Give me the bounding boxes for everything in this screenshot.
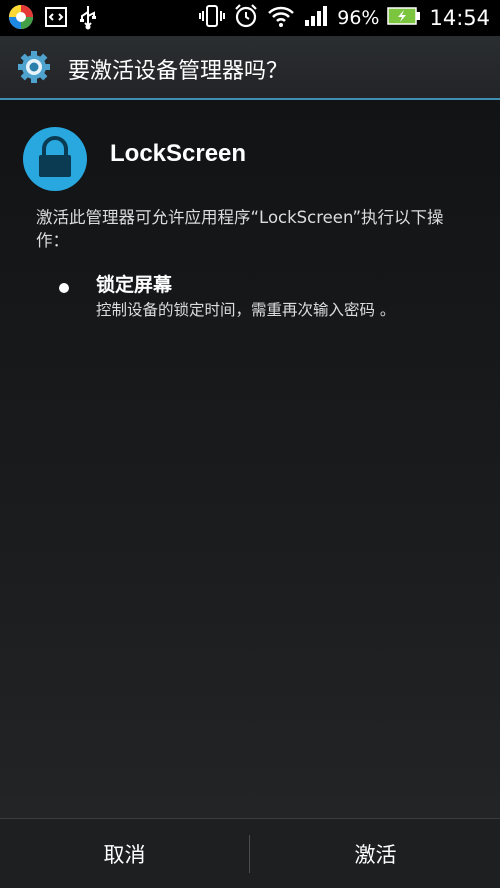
status-bar-left (8, 4, 98, 34)
dialog-button-bar: 取消 激活 (0, 818, 500, 888)
app-colorful-icon (8, 4, 34, 34)
status-bar: 96% 14:54 (0, 0, 500, 36)
bullet-dot (59, 283, 69, 293)
gear-settings-icon (17, 50, 51, 88)
battery-percent: 96% (337, 7, 380, 29)
app-name: LockScreen (110, 140, 247, 167)
activate-button[interactable]: 激活 (251, 819, 500, 888)
permission-description: 激活此管理器可允许应用程序“LockScreen”执行以下操作： (36, 208, 444, 250)
lock-app-icon (22, 126, 88, 196)
alarm-clock-icon (233, 3, 259, 33)
dialog-content: LockScreen 激活此管理器可允许应用程序“LockScreen”执行以下… (0, 100, 500, 818)
wifi-icon (267, 4, 295, 32)
policy-title: 锁定屏幕 (96, 274, 173, 296)
status-bar-right: 96% 14:54 (199, 2, 490, 34)
signal-bars-icon (303, 4, 329, 32)
clock: 14:54 (429, 6, 490, 30)
vibrate-icon (199, 3, 226, 33)
button-divider (249, 835, 250, 873)
dialog-title: 要激活设备管理器吗？ (68, 59, 289, 84)
usb-icon (78, 4, 98, 34)
policy-description: 控制设备的锁定时间，需重再次输入密码 。 (96, 301, 396, 319)
cancel-button[interactable]: 取消 (0, 819, 249, 888)
dialog-title-bar: 要激活设备管理器吗？ (0, 36, 500, 98)
battery-charging-icon (387, 6, 421, 30)
code-box-icon (44, 5, 68, 33)
